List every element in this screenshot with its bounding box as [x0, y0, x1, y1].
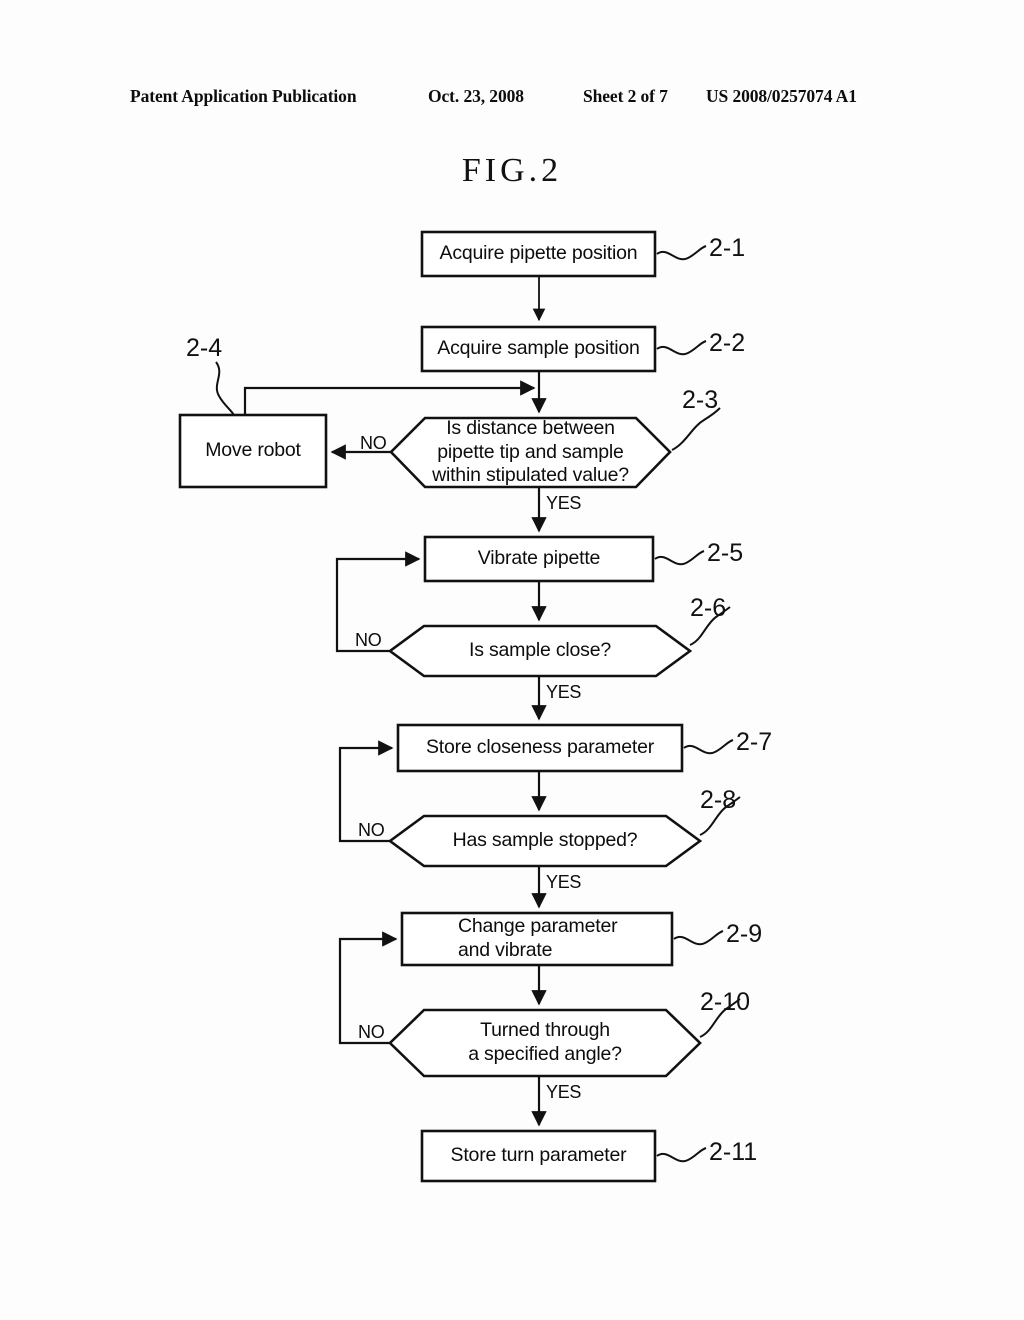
node-2-6-shape: [387, 624, 693, 678]
edge-label-no-2-10: NO: [358, 1022, 385, 1042]
ref-label-2-2: 2-2: [709, 329, 746, 357]
edge-label-no-2-6: NO: [355, 630, 382, 650]
edge-2-4-feedback: [243, 380, 536, 415]
patent-figure-page: Patent Application Publication Oct. 23, …: [0, 0, 1024, 1320]
leader-2-11: [656, 1147, 707, 1163]
edge-label-yes-2-8: YES: [546, 872, 582, 892]
node-2-10-shape: [388, 1008, 702, 1078]
node-2-11-shape: [420, 1129, 657, 1183]
ref-label-2-1: 2-1: [709, 234, 746, 262]
ref-label-2-5: 2-5: [707, 539, 744, 567]
node-2-8-shape: [387, 814, 703, 868]
ref-label-2-7: 2-7: [736, 728, 773, 756]
node-2-2-shape: [420, 325, 657, 373]
edge-label-yes-2-10: YES: [546, 1082, 582, 1102]
edge-label-no-2-8: NO: [358, 820, 385, 840]
edge-label-no-2-3: NO: [360, 433, 387, 453]
leader-2-5: [654, 550, 705, 566]
leader-2-2: [656, 340, 707, 356]
node-2-1-shape: [420, 230, 657, 278]
node-2-3-shape: [389, 416, 672, 489]
node-2-9-shape: [400, 911, 674, 967]
ref-label-2-4: 2-4: [186, 334, 223, 362]
leader-2-1: [656, 245, 707, 261]
node-2-5-shape: [423, 535, 655, 583]
node-2-7-shape: [396, 723, 684, 773]
ref-label-2-9: 2-9: [726, 920, 763, 948]
flowchart-canvas: [178, 230, 741, 1183]
edge-label-yes-2-6: YES: [546, 682, 582, 702]
flowchart: Acquire pipette position Acquire sample …: [0, 0, 1024, 1320]
leader-2-7: [683, 739, 734, 755]
node-2-4-shape: [178, 413, 328, 489]
leader-2-9: [673, 930, 724, 946]
ref-label-2-6: 2-6: [690, 594, 727, 622]
edge-label-yes-2-3: YES: [546, 493, 582, 513]
leader-2-4: [215, 361, 235, 416]
ref-label-2-3: 2-3: [682, 386, 719, 414]
ref-label-2-8: 2-8: [700, 786, 737, 814]
ref-label-2-10: 2-10: [700, 988, 751, 1016]
ref-label-2-11: 2-11: [709, 1138, 758, 1166]
